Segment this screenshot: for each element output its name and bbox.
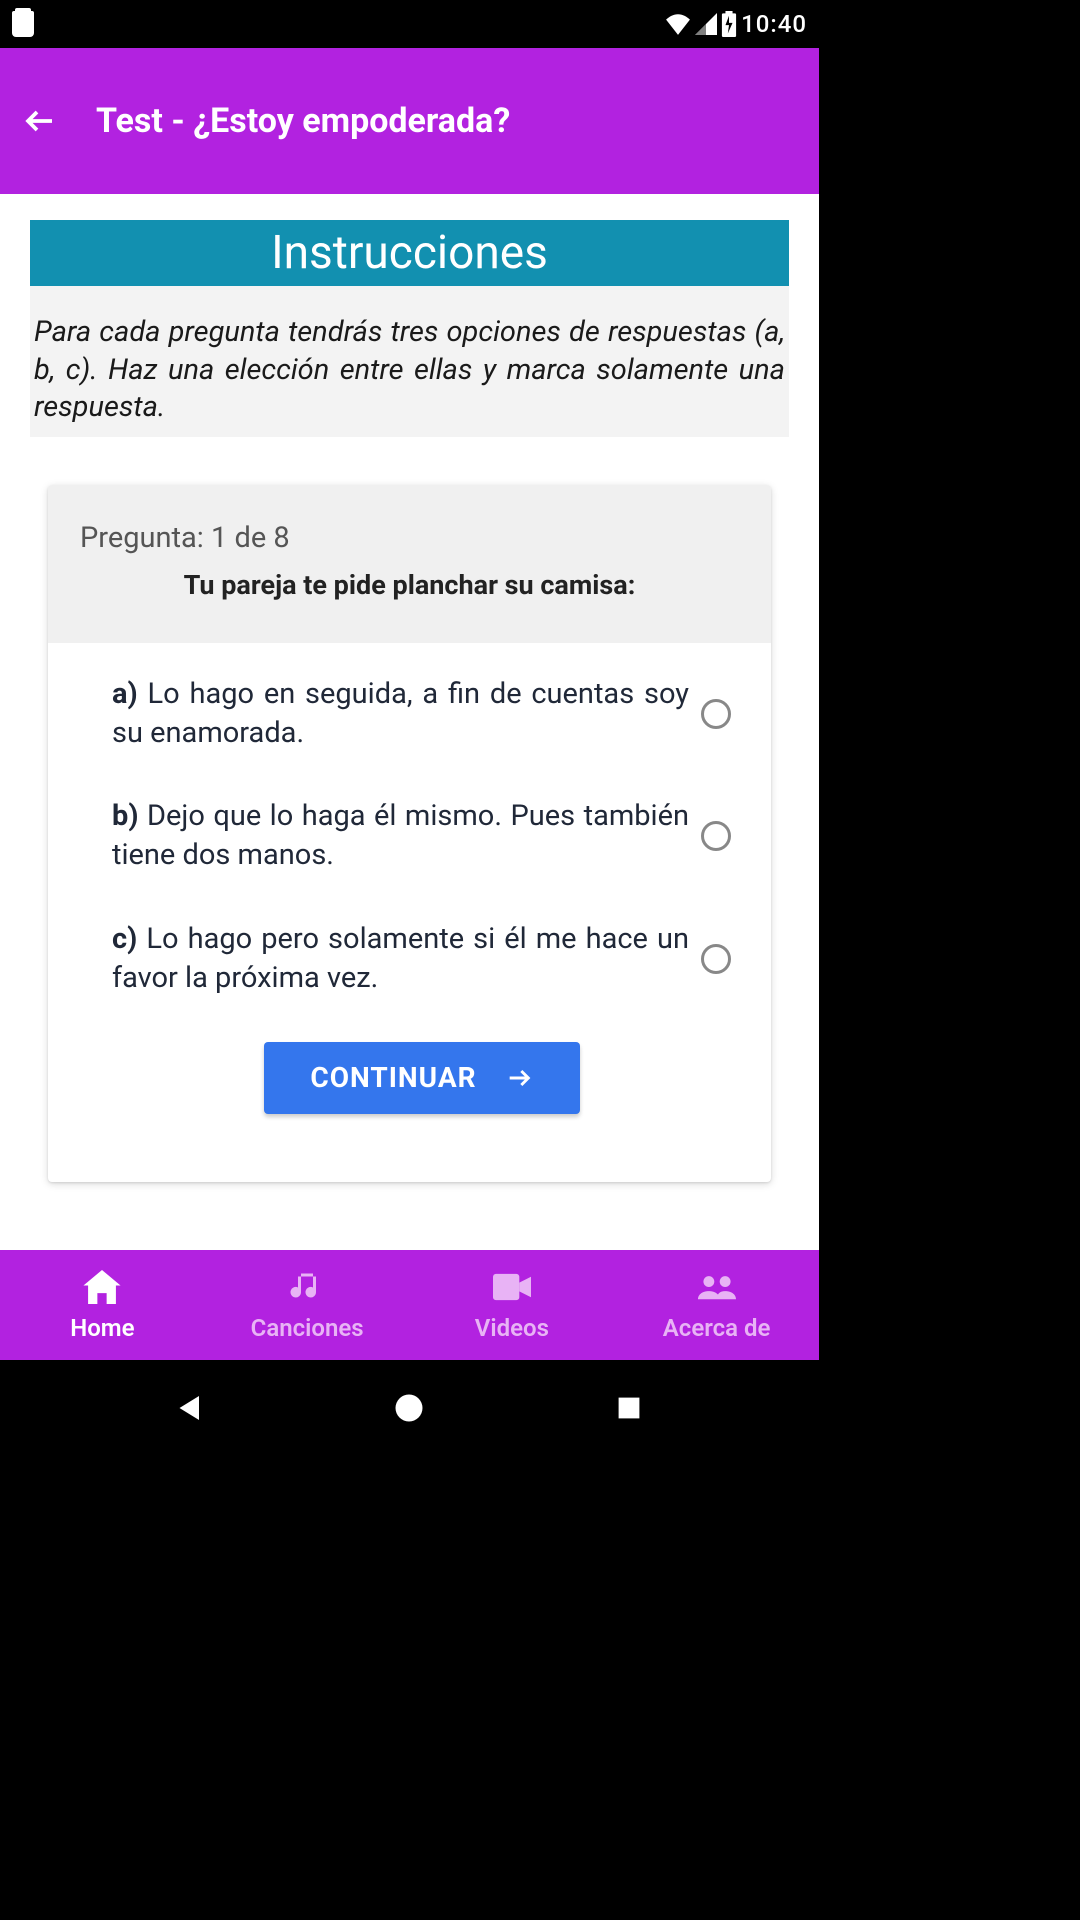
- nav-videos[interactable]: Videos: [410, 1250, 615, 1360]
- nav-videos-label: Videos: [475, 1314, 549, 1342]
- instructions-text: Para cada pregunta tendrás tres opciones…: [30, 286, 789, 437]
- option-a[interactable]: a) Lo hago en seguida, a fin de cuentas …: [112, 675, 731, 753]
- sd-card-icon: [12, 11, 34, 37]
- nav-acerca-label: Acerca de: [663, 1314, 771, 1342]
- arrow-right-icon: [505, 1064, 533, 1092]
- arrow-left-icon: [22, 103, 58, 139]
- nav-canciones-label: Canciones: [251, 1314, 364, 1342]
- page-title: Test - ¿Estoy empoderada?: [96, 101, 510, 141]
- system-nav: [0, 1360, 819, 1456]
- option-b[interactable]: b) Dejo que lo haga él mismo. Pues tambi…: [112, 797, 731, 875]
- signal-icon: [695, 13, 717, 35]
- option-b-text: b) Dejo que lo haga él mismo. Pues tambi…: [112, 797, 701, 875]
- sys-back-button[interactable]: [170, 1388, 210, 1428]
- option-b-radio[interactable]: [701, 821, 731, 851]
- main-content: Instrucciones Para cada pregunta tendrás…: [0, 194, 819, 1250]
- option-c-text: c) Lo hago pero solamente si él me hace …: [112, 920, 701, 998]
- option-c[interactable]: c) Lo hago pero solamente si él me hace …: [112, 920, 731, 998]
- home-icon: [83, 1268, 121, 1306]
- status-time: 10:40: [741, 10, 807, 38]
- nav-home-label: Home: [70, 1314, 134, 1342]
- option-c-label: c): [112, 922, 137, 956]
- option-a-text: a) Lo hago en seguida, a fin de cuentas …: [112, 675, 701, 753]
- nav-acerca[interactable]: Acerca de: [614, 1250, 819, 1360]
- option-c-body: Lo hago pero solamente si él me hace un …: [112, 922, 689, 995]
- status-bar: 10:40: [0, 0, 819, 48]
- option-a-radio[interactable]: [701, 699, 731, 729]
- sys-home-button[interactable]: [389, 1388, 429, 1428]
- option-c-radio[interactable]: [701, 944, 731, 974]
- wifi-icon: [665, 13, 691, 35]
- question-header: Pregunta: 1 de 8 Tu pareja te pide planc…: [48, 485, 771, 643]
- video-icon: [493, 1268, 531, 1306]
- option-a-label: a): [112, 677, 138, 711]
- option-a-body: Lo hago en seguida, a fin de cuentas soy…: [112, 677, 689, 750]
- bottom-nav: Home Canciones Videos Acerca de: [0, 1250, 819, 1360]
- question-counter: Pregunta: 1 de 8: [80, 521, 739, 555]
- instructions-header: Instrucciones: [30, 220, 789, 286]
- circle-home-icon: [394, 1393, 424, 1423]
- triangle-back-icon: [175, 1393, 205, 1423]
- app-bar: Test - ¿Estoy empoderada?: [0, 48, 819, 194]
- continue-label: CONTINUAR: [310, 1061, 476, 1094]
- question-text: Tu pareja te pide planchar su camisa:: [80, 569, 739, 601]
- option-b-label: b): [112, 799, 139, 833]
- nav-canciones[interactable]: Canciones: [205, 1250, 410, 1360]
- question-options: a) Lo hago en seguida, a fin de cuentas …: [48, 643, 771, 1182]
- back-button[interactable]: [20, 101, 60, 141]
- square-recent-icon: [616, 1395, 642, 1421]
- nav-home[interactable]: Home: [0, 1250, 205, 1360]
- continue-button[interactable]: CONTINUAR: [264, 1042, 580, 1114]
- people-icon: [698, 1268, 736, 1306]
- option-b-body: Dejo que lo haga él mismo. Pues también …: [112, 799, 689, 872]
- status-left: [12, 11, 34, 37]
- status-right: 10:40: [665, 10, 807, 38]
- question-card: Pregunta: 1 de 8 Tu pareja te pide planc…: [48, 485, 771, 1182]
- sys-recent-button[interactable]: [609, 1388, 649, 1428]
- music-icon: [288, 1268, 326, 1306]
- battery-charging-icon: [721, 11, 737, 37]
